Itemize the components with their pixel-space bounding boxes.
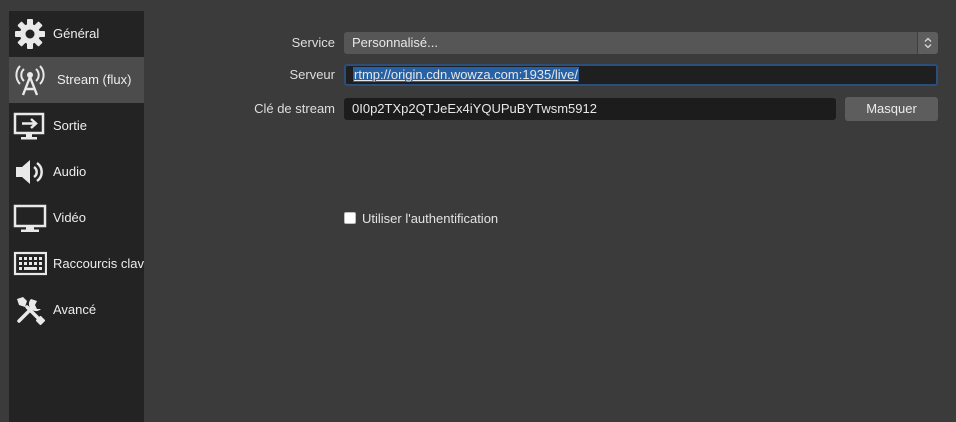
sidebar-item-label: Raccourcis clavier [53, 256, 144, 271]
settings-sidebar: Général Stream (flux) Sortie Audio Vidéo… [9, 11, 144, 422]
antenna-icon [13, 63, 47, 97]
keyboard-icon [13, 247, 47, 281]
server-value: rtmp://origin.cdn.wowza.com:1935/live/ [353, 67, 579, 82]
service-selected-value: Personnalisé... [352, 35, 438, 50]
settings-window: Général Stream (flux) Sortie Audio Vidéo… [0, 0, 956, 422]
auth-checkbox[interactable] [344, 212, 356, 224]
server-label: Serveur [289, 67, 335, 82]
sidebar-item-output[interactable]: Sortie [9, 103, 144, 149]
sidebar-item-audio[interactable]: Audio [9, 149, 144, 195]
sidebar-item-hotkeys[interactable]: Raccourcis clavier [9, 241, 144, 287]
monitor-icon [13, 201, 47, 235]
speaker-icon [13, 155, 47, 189]
auth-checkbox-row[interactable]: Utiliser l'authentification [344, 210, 498, 226]
output-icon [13, 109, 47, 143]
sidebar-item-label: Vidéo [53, 210, 87, 225]
sidebar-item-label: Avancé [53, 302, 97, 317]
gear-icon [13, 17, 47, 51]
hide-key-button[interactable]: Masquer [845, 97, 938, 121]
sidebar-item-label: Général [53, 26, 100, 41]
service-select[interactable]: Personnalisé... [344, 32, 938, 54]
tools-icon [13, 293, 47, 327]
sidebar-item-video[interactable]: Vidéo [9, 195, 144, 241]
sidebar-item-label: Audio [53, 164, 87, 179]
sidebar-item-label: Sortie [53, 118, 87, 133]
server-input[interactable]: rtmp://origin.cdn.wowza.com:1935/live/ [344, 64, 938, 86]
sidebar-item-label: Stream (flux) [57, 72, 132, 87]
sidebar-item-general[interactable]: Général [9, 11, 144, 57]
sidebar-item-advanced[interactable]: Avancé [9, 287, 144, 333]
stream-key-label: Clé de stream [254, 101, 335, 116]
sidebar-item-stream[interactable]: Stream (flux) [9, 57, 144, 103]
select-arrows-icon [917, 32, 938, 54]
service-label: Service [291, 35, 335, 50]
auth-checkbox-label: Utiliser l'authentification [362, 210, 499, 226]
stream-key-value: 0I0p2TXp2QTJeEx4iYQUPuBYTwsm5912 [352, 101, 597, 116]
stream-key-input[interactable]: 0I0p2TXp2QTJeEx4iYQUPuBYTwsm5912 [344, 98, 836, 120]
